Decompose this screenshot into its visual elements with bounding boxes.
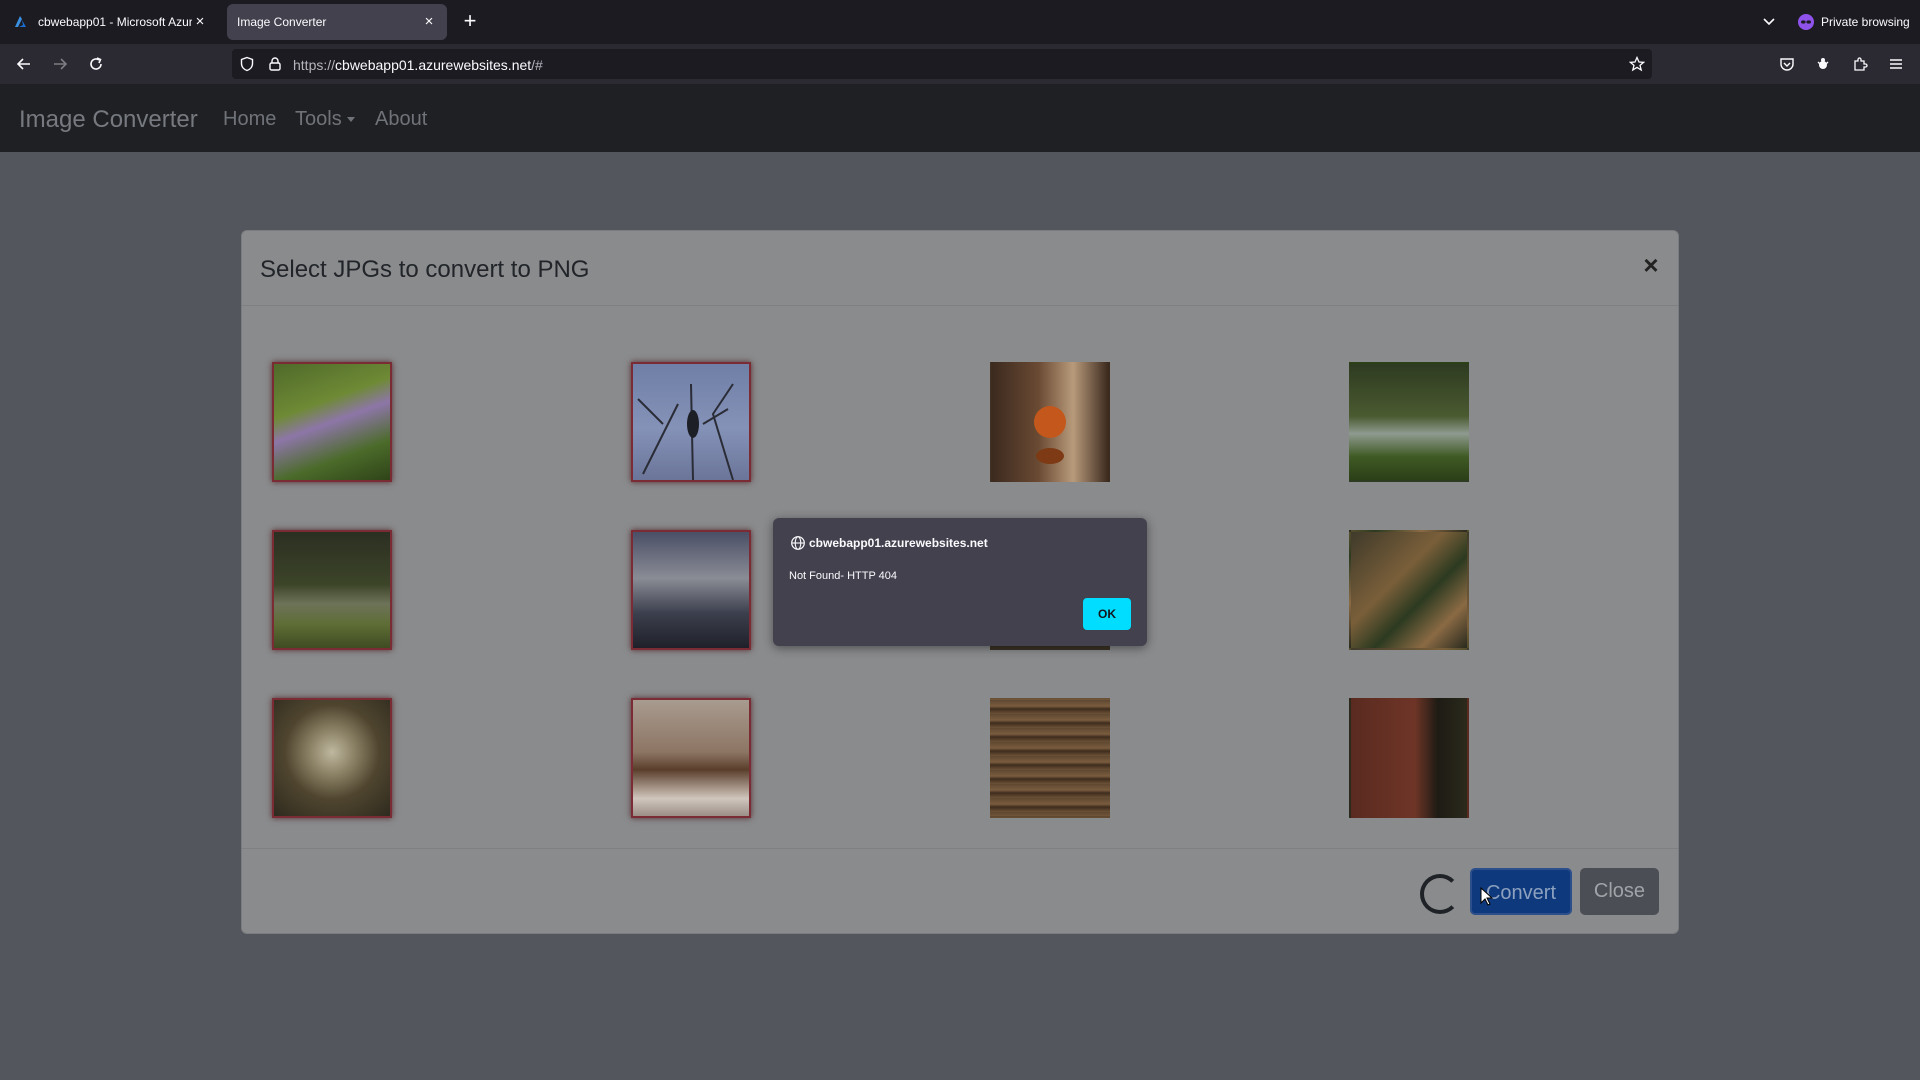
image-thumbnail[interactable] — [1349, 698, 1469, 818]
extension-icon[interactable] — [1811, 52, 1835, 76]
app-navbar — [0, 84, 1920, 152]
image-thumbnail[interactable] — [1349, 530, 1469, 650]
close-tab-icon[interactable]: × — [421, 14, 437, 30]
private-browsing-label: Private browsing — [1821, 15, 1910, 29]
reload-icon[interactable] — [84, 52, 108, 76]
chevron-down-icon[interactable] — [1759, 12, 1779, 32]
tab-title: Image Converter — [237, 15, 327, 29]
alert-origin: cbwebapp01.azurewebsites.net — [809, 536, 988, 550]
branches-graphic — [637, 383, 734, 481]
pocket-icon[interactable] — [1775, 52, 1799, 76]
url-host: cbwebapp01.azurewebsites.net — [335, 57, 532, 73]
image-thumbnail[interactable] — [272, 362, 392, 482]
close-button[interactable]: Close — [1580, 868, 1659, 915]
nav-tools-label: Tools — [295, 108, 342, 130]
private-browsing-indicator: Private browsing — [1798, 12, 1910, 32]
image-thumbnail[interactable] — [631, 362, 751, 482]
url-path: /# — [531, 57, 543, 73]
modal-title: Select JPGs to convert to PNG — [260, 256, 590, 283]
image-thumbnail[interactable] — [631, 530, 751, 650]
globe-icon — [790, 535, 806, 551]
tab-azure[interactable]: cbwebapp01 - Microsoft Azure × — [4, 4, 218, 40]
image-thumbnail[interactable] — [631, 698, 751, 818]
image-thumbnail[interactable] — [1349, 362, 1469, 482]
nav-tools[interactable]: Tools — [295, 108, 355, 131]
tab-title: cbwebapp01 - Microsoft Azure — [38, 15, 192, 29]
lock-icon[interactable] — [263, 52, 287, 76]
caret-down-icon — [346, 117, 355, 123]
app-brand[interactable]: Image Converter — [19, 106, 198, 134]
modal-header-divider — [242, 305, 1678, 306]
loading-spinner — [1420, 874, 1460, 914]
image-thumbnail[interactable] — [990, 362, 1110, 482]
nav-home[interactable]: Home — [223, 108, 276, 131]
image-thumbnail[interactable] — [990, 698, 1110, 818]
forward-icon[interactable] — [48, 52, 72, 76]
bookmark-star-icon[interactable] — [1625, 52, 1649, 76]
close-tab-icon[interactable]: × — [192, 14, 208, 30]
nav-about[interactable]: About — [375, 108, 427, 131]
new-tab-icon[interactable]: + — [458, 10, 482, 34]
image-thumbnail[interactable] — [272, 698, 392, 818]
mouse-cursor-icon — [1480, 886, 1494, 907]
ok-button[interactable]: OK — [1083, 598, 1131, 630]
azure-icon — [14, 14, 30, 30]
tab-image-converter[interactable]: Image Converter × — [227, 4, 447, 40]
back-icon[interactable] — [12, 52, 36, 76]
shield-icon[interactable] — [235, 52, 259, 76]
url-text[interactable]: https://cbwebapp01.azurewebsites.net/# — [293, 57, 543, 73]
orange-graphic — [1034, 406, 1066, 464]
image-thumbnail[interactable] — [272, 530, 392, 650]
alert-message: Not Found- HTTP 404 — [789, 570, 898, 582]
modal-footer-divider — [242, 848, 1678, 849]
close-icon[interactable]: × — [1640, 252, 1662, 278]
private-mask-icon — [1798, 14, 1814, 30]
puzzle-icon[interactable] — [1848, 52, 1872, 76]
menu-icon[interactable] — [1884, 52, 1908, 76]
url-scheme: https:// — [293, 57, 336, 73]
